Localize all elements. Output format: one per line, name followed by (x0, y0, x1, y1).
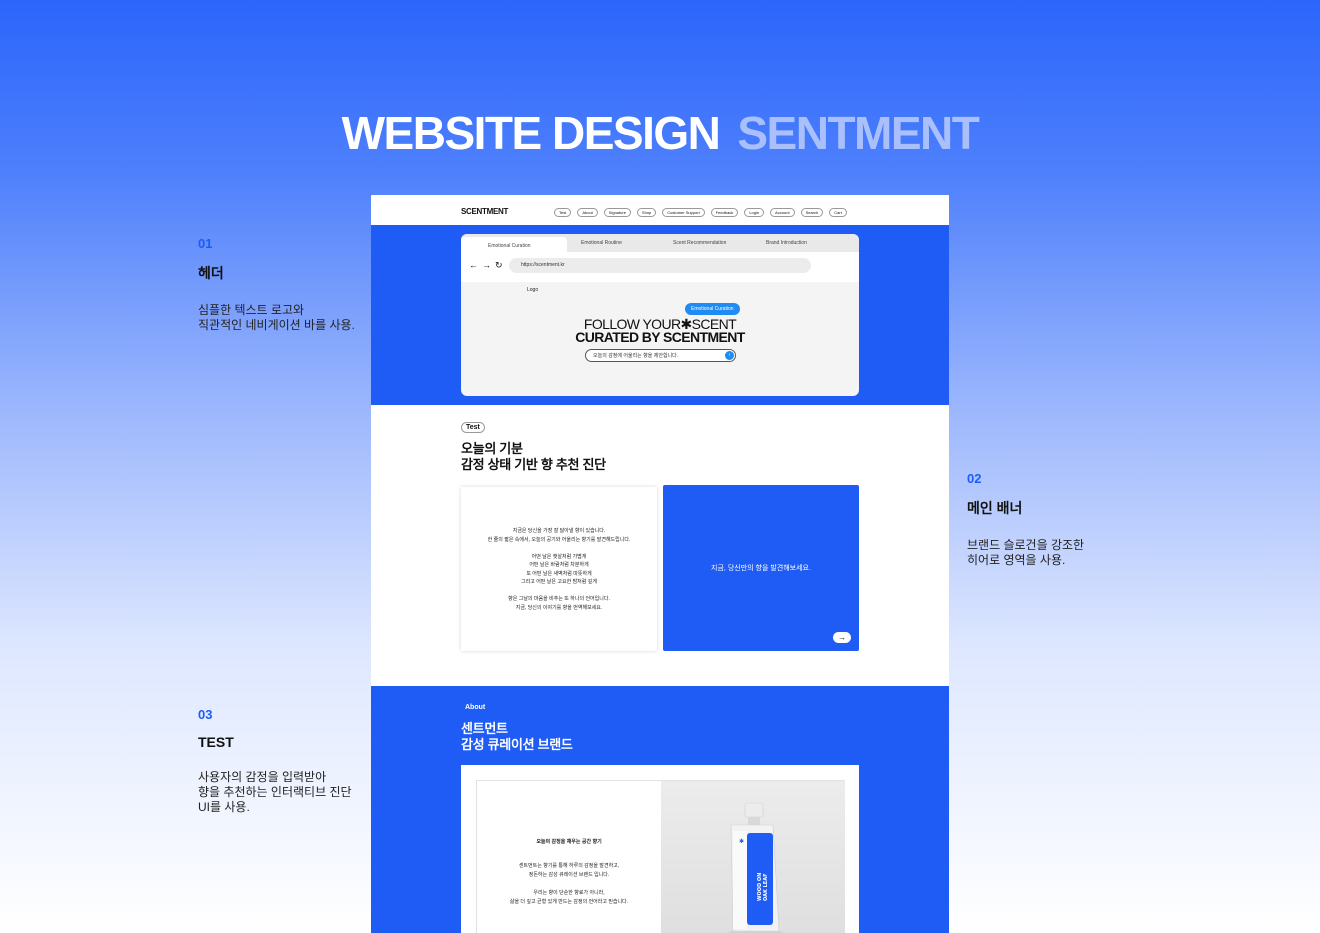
test-section: Test 오늘의 기분 감정 상태 기반 향 추천 진단 지금은 당신을 가장 … (371, 405, 949, 686)
test-intro-text: 지금은 당신을 가장 잘 닮아낼 향이 있습니다. 한 줄의 짧은 속에서, 오… (487, 528, 631, 611)
tab-scent-recommendation[interactable]: Scent Recommendation (673, 240, 726, 246)
about-content: 오늘의 감정을 채우는 공간 향기 센트먼트는 향기를 통해 하루의 감정을 발… (476, 780, 845, 933)
nav-item-login[interactable]: Login (744, 208, 765, 217)
product-photo: ✱ WOOD ON OAK LEAF (661, 781, 845, 933)
test-cta-card[interactable]: 지금, 당신만의 향을 발견해보세요. → (663, 485, 859, 651)
banner-logo: Logo (527, 287, 539, 293)
site-header: SCENTMENT Test About Signature Shop Cust… (371, 195, 949, 225)
note-heading: TEST (198, 734, 234, 750)
nav-item-feedback[interactable]: Feedback (710, 208, 739, 217)
emotion-search-input[interactable]: 오늘의 감정에 어울리는 향을 제안합니다. › (585, 349, 736, 362)
note-number: 01 (198, 236, 213, 251)
note-description: 사용자의 감정을 입력받아 향을 추천하는 인터랙티브 진단 UI를 사용. (198, 770, 352, 814)
note-description: 브랜드 슬로건을 강조한 히어로 영역을 사용. (967, 538, 1085, 567)
perfume-bottle-image: ✱ WOOD ON OAK LEAF (728, 802, 784, 933)
hero-banner: Emotional Curation Emotional Routine Sce… (371, 225, 949, 405)
title-part-1: WEBSITE DESIGN (341, 107, 721, 159)
note-description: 심플한 텍스트 로고와 직관적인 네비게이션 바를 사용. (198, 303, 355, 332)
test-title: 오늘의 기분 감정 상태 기반 향 추천 진단 (461, 441, 606, 472)
nav-item-customer-support[interactable]: Customer Support (662, 208, 705, 217)
tab-brand-introduction[interactable]: Brand Introduction (766, 240, 807, 246)
nav-item-test[interactable]: Test (554, 208, 572, 217)
nav-item-account[interactable]: Account (770, 208, 795, 217)
site-nav: Test About Signature Shop Customer Suppo… (554, 208, 847, 217)
browser-tabs: Emotional Curation Emotional Routine Sce… (461, 234, 859, 252)
note-number: 02 (967, 471, 982, 486)
arrow-right-icon[interactable]: → (833, 632, 851, 643)
nav-item-search[interactable]: Search (800, 208, 824, 217)
nav-item-about[interactable]: About (577, 208, 598, 217)
note-number: 03 (198, 707, 213, 722)
browser-window: Emotional Curation Emotional Routine Sce… (461, 234, 859, 396)
bottle-label-line-2: OAK LEAF (763, 874, 769, 902)
headline-line-2: CURATED BY SCENTMENT (575, 329, 745, 345)
about-card: 오늘의 감정을 채우는 공간 향기 센트먼트는 향기를 통해 하루의 감정을 발… (461, 765, 859, 933)
note-header: 01 헤더 심플한 텍스트 로고와 직관적인 네비게이션 바를 사용. (198, 236, 388, 333)
hero-headline: FOLLOW YOUR✱SCENT CURATED BY SCENTMENT (461, 317, 859, 345)
about-body: 센트먼트는 향기를 통해 하루의 감정을 발견하고, 정돈하는 감성 큐레이션 … (509, 863, 629, 905)
nav-item-shop[interactable]: Shop (636, 208, 657, 217)
tab-emotional-curation[interactable]: Emotional Curation (461, 237, 567, 252)
about-section: About 센트먼트 감성 큐레이션 브랜드 오늘의 감정을 채우는 공간 향기… (371, 686, 949, 933)
reload-icon[interactable]: ↻ (495, 260, 503, 271)
search-placeholder: 오늘의 감정에 어울리는 향을 제안합니다. (593, 353, 679, 359)
address-bar: ← → ↻ https://scentment.kr (461, 252, 859, 282)
about-tag: About (465, 704, 486, 711)
test-tag: Test (461, 422, 485, 433)
website-mockup: SCENTMENT Test About Signature Shop Cust… (371, 195, 949, 933)
about-text-block: 오늘의 감정을 채우는 공간 향기 센트먼트는 향기를 통해 하루의 감정을 발… (477, 829, 661, 916)
about-title: 센트먼트 감성 큐레이션 브랜드 (461, 721, 573, 752)
test-cta-text: 지금, 당신만의 향을 발견해보세요. (711, 565, 811, 572)
back-icon[interactable]: ← (469, 260, 478, 271)
note-test: 03 TEST 사용자의 감정을 입력받아 향을 추천하는 인터랙티브 진단 U… (198, 707, 388, 815)
url-field[interactable]: https://scentment.kr (509, 258, 811, 273)
nav-item-cart[interactable]: Cart (829, 208, 847, 217)
test-intro-card: 지금은 당신을 가장 잘 닮아낼 향이 있습니다. 한 줄의 짧은 속에서, 오… (461, 487, 657, 651)
browser-nav-buttons: ← → ↻ (469, 260, 503, 271)
note-heading: 헤더 (198, 265, 224, 281)
note-heading: 메인 배너 (967, 500, 1023, 516)
search-submit-icon[interactable]: › (725, 351, 734, 360)
forward-icon[interactable]: → (482, 260, 491, 271)
note-main-banner: 02 메인 배너 브랜드 슬로건을 강조한 히어로 영역을 사용. (967, 471, 1157, 568)
about-heading: 오늘의 감정을 채우는 공간 향기 (536, 839, 602, 845)
emotional-curation-pill[interactable]: Emotional Curation (685, 303, 740, 315)
svg-text:✱: ✱ (739, 838, 744, 845)
site-logo[interactable]: SCENTMENT (461, 207, 508, 216)
page-title: WEBSITE DESIGN SENTMENT (0, 106, 1320, 160)
tab-emotional-routine[interactable]: Emotional Routine (581, 240, 622, 246)
title-part-2: SENTMENT (737, 107, 980, 159)
nav-item-signature[interactable]: Signature (603, 208, 631, 217)
